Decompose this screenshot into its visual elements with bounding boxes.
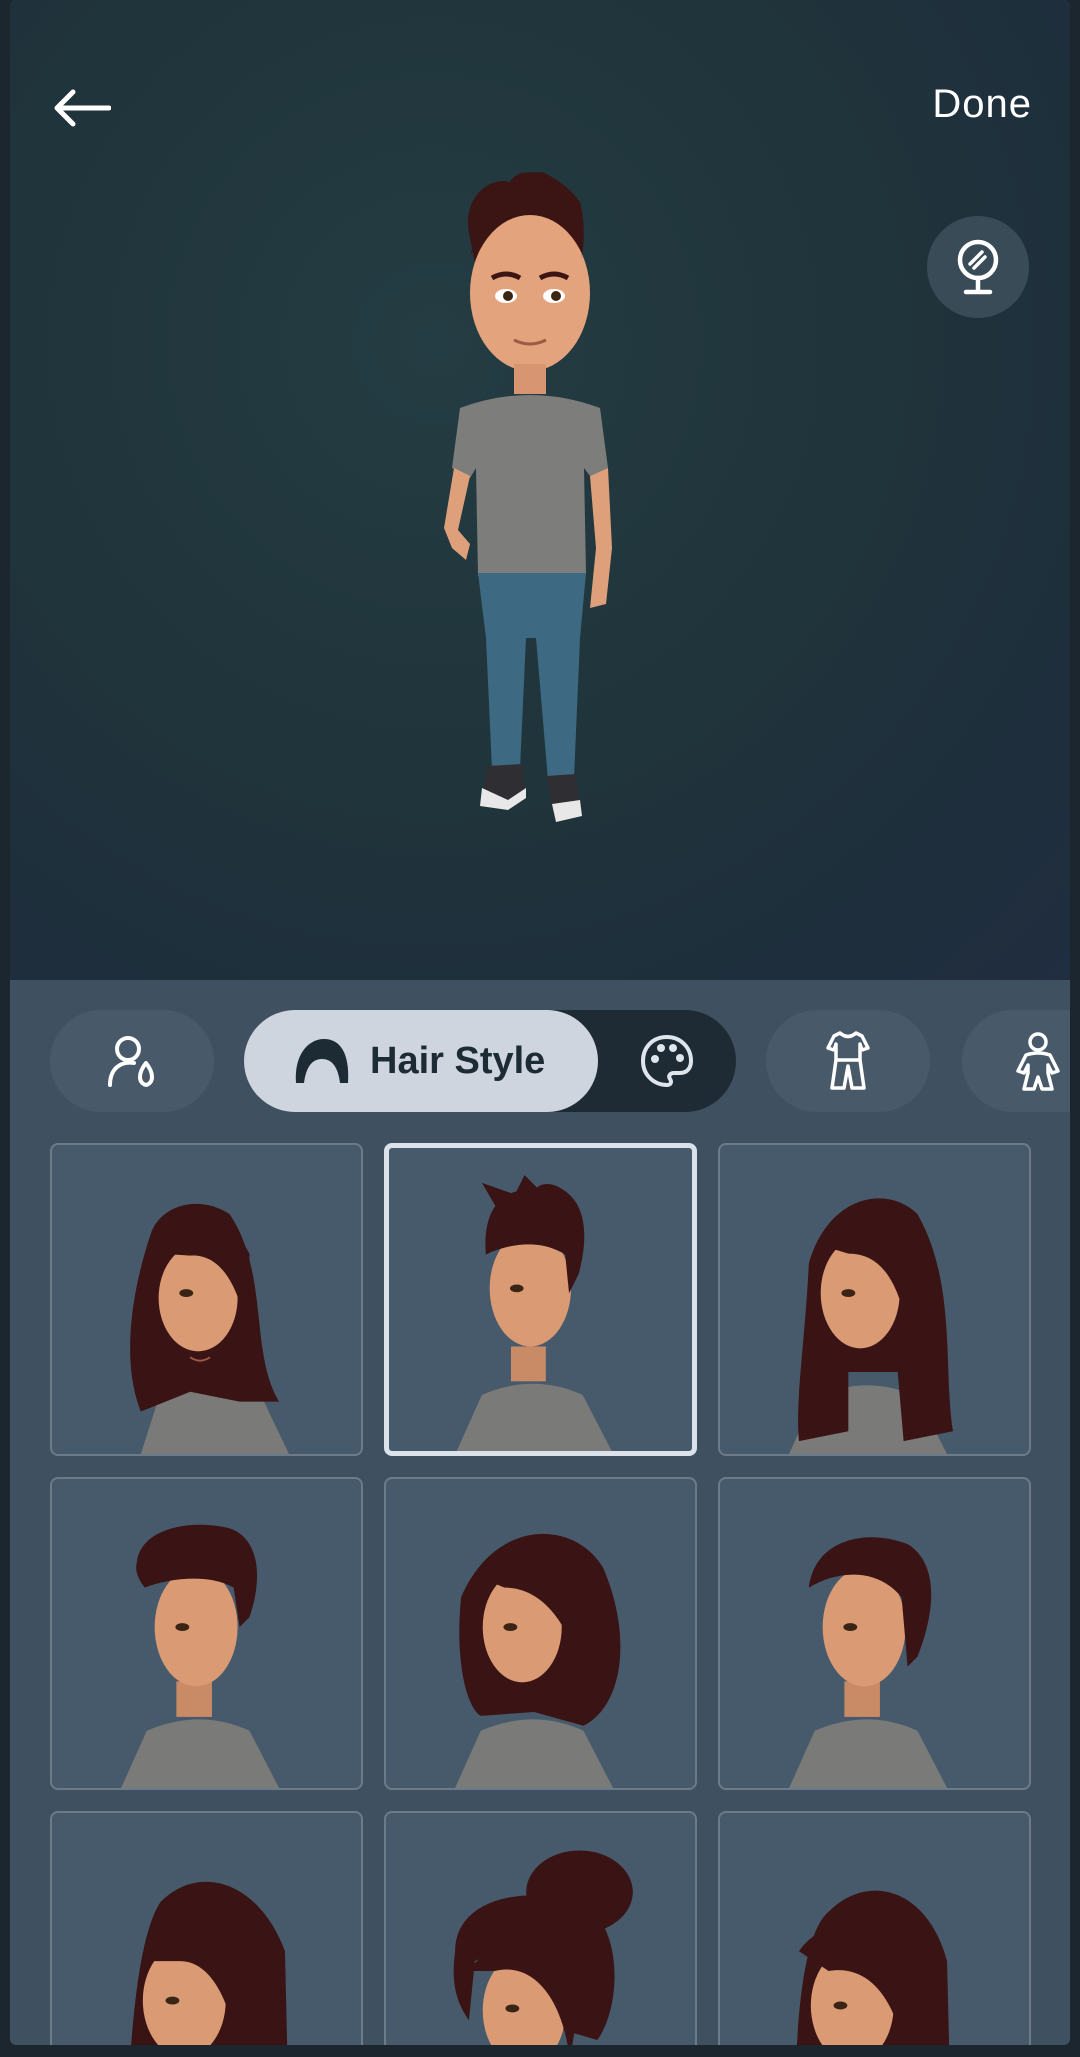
face-shape-icon xyxy=(108,1036,154,1087)
avatar-thumbnail xyxy=(121,1524,280,1788)
hair-color-button[interactable] xyxy=(598,1010,736,1112)
face-shape-tab[interactable] xyxy=(50,1010,214,1112)
avatar-thumbnail xyxy=(453,1850,633,2045)
outfit-icon xyxy=(826,1031,870,1090)
hair-category-group: Hair Style xyxy=(244,1010,736,1112)
hair-style-option-long-wavy[interactable] xyxy=(50,1143,363,1456)
hair-style-option-long-side-part[interactable] xyxy=(50,1811,363,2045)
back-button[interactable] xyxy=(46,78,118,138)
arrow-left-icon xyxy=(54,89,111,127)
hair-style-option-long-straight[interactable] xyxy=(718,1143,1031,1456)
avatar-thumbnail xyxy=(456,1175,612,1451)
tab-hair-style-label: Hair Style xyxy=(370,1039,546,1082)
palette-icon xyxy=(640,1034,694,1088)
hair-style-option-bob[interactable] xyxy=(384,1477,697,1790)
hair-style-option-side-swept-short[interactable] xyxy=(718,1477,1031,1790)
avatar-thumbnail xyxy=(131,1881,288,2045)
done-button[interactable]: Done xyxy=(932,82,1032,127)
avatar-3d-figure xyxy=(444,172,612,822)
avatar-editor-screen: Done Hair Style xyxy=(10,0,1070,2045)
avatar-thumbnail xyxy=(130,1203,289,1454)
avatar-thumbnail xyxy=(455,1533,621,1788)
hair-style-option-pompadour[interactable] xyxy=(50,1477,363,1790)
avatar-thumbnail xyxy=(789,1537,948,1788)
tab-hair-style[interactable]: Hair Style xyxy=(244,1010,598,1112)
category-bar: Hair Style xyxy=(10,980,1070,1130)
mirror-button[interactable] xyxy=(927,216,1029,318)
hair-style-option-long-side-swept[interactable] xyxy=(718,1811,1031,2045)
mirror-icon xyxy=(957,239,999,295)
body-tab[interactable] xyxy=(962,1010,1070,1112)
hair-style-option-spiky-short[interactable] xyxy=(384,1143,697,1456)
hair-style-option-messy-bun[interactable] xyxy=(384,1811,697,2045)
avatar-thumbnail xyxy=(796,1890,950,2045)
body-icon xyxy=(1016,1032,1060,1091)
hair-icon xyxy=(295,1039,349,1083)
avatar-preview: Done xyxy=(10,0,1070,980)
outfit-tab[interactable] xyxy=(766,1010,930,1112)
avatar-thumbnail xyxy=(789,1198,953,1454)
